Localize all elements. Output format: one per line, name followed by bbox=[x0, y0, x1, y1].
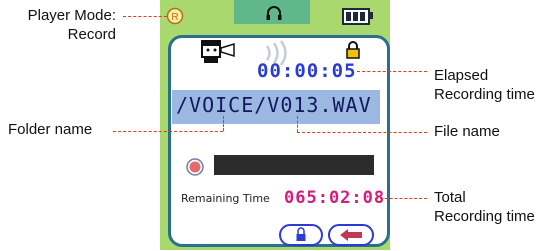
file-name-leader-v bbox=[297, 116, 298, 132]
back-button[interactable] bbox=[328, 224, 374, 246]
lock-icon bbox=[345, 40, 361, 60]
battery-tip bbox=[370, 12, 373, 19]
record-dot-icon bbox=[186, 158, 204, 176]
elapsed-label: Elapsed Recording time bbox=[434, 66, 535, 104]
recording-progress-bar bbox=[214, 155, 374, 175]
record-mode-icon: R bbox=[166, 7, 184, 25]
total-label: Total Recording time bbox=[434, 188, 535, 226]
remaining-time-readout: 065:02:08 bbox=[284, 188, 386, 208]
headphones-icon bbox=[265, 5, 283, 21]
folder-name-leader-v bbox=[223, 116, 224, 131]
total-line1: Total bbox=[434, 189, 466, 206]
file-path-readout: /VOICE/V013.WAV bbox=[176, 93, 372, 117]
file-name-leader-h bbox=[297, 132, 427, 133]
folder-name-leader-h bbox=[113, 131, 223, 132]
remaining-time-label: Remaining Time bbox=[181, 192, 270, 205]
player-mode-line2: Record bbox=[67, 26, 116, 43]
elapsed-line2: Recording time bbox=[434, 86, 535, 103]
battery-icon bbox=[342, 8, 370, 25]
total-leader bbox=[375, 198, 427, 199]
total-line2: Recording time bbox=[434, 208, 535, 225]
elapsed-line1: Elapsed bbox=[434, 67, 489, 84]
folder-name-label: Folder name bbox=[8, 121, 93, 138]
elapsed-leader bbox=[357, 71, 427, 72]
lock-button[interactable] bbox=[279, 224, 323, 246]
file-name-label: File name bbox=[434, 123, 500, 140]
player-mode-label: Player Mode: Record bbox=[26, 6, 116, 44]
player-mode-leader bbox=[123, 16, 167, 17]
person-speaking-icon bbox=[200, 39, 236, 65]
elapsed-time-readout: 00:00:05 bbox=[257, 60, 357, 82]
player-mode-line1: Player Mode: bbox=[27, 7, 116, 24]
svg-text:R: R bbox=[171, 12, 178, 23]
